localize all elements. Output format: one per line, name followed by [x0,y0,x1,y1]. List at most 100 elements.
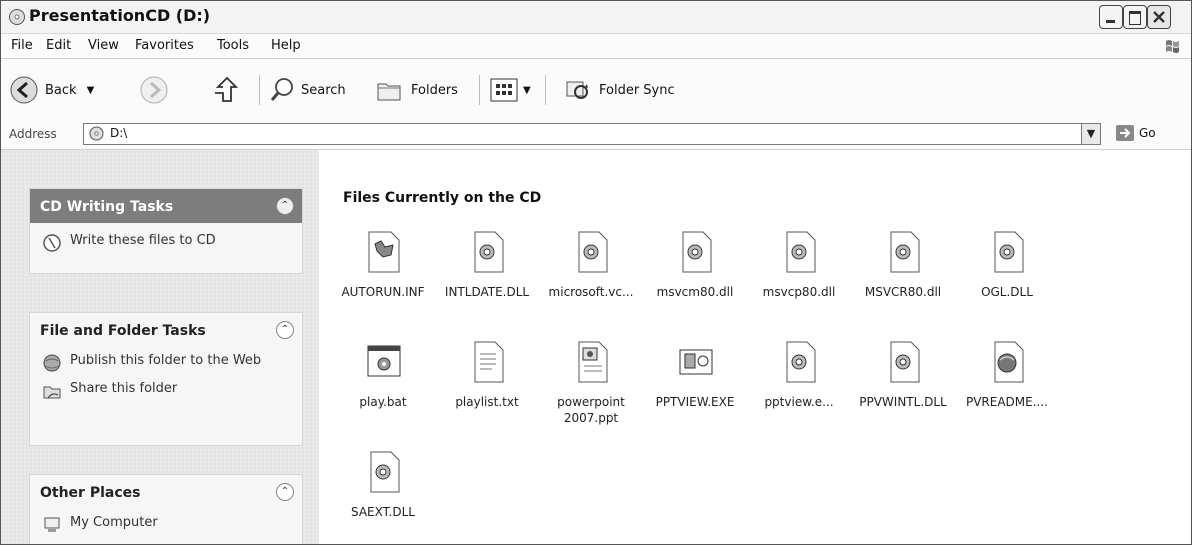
dll-file-icon [786,231,816,273]
views-button[interactable]: ▼ [489,73,531,107]
menu-help[interactable]: Help [271,38,301,53]
exe-file-icon [679,349,713,375]
file-name: AUTORUN.INF [341,285,425,299]
file-item[interactable]: MSVCR80.dll [851,230,955,326]
file-item[interactable]: PVREADME.... [955,340,1059,436]
write-files-to-cd-task[interactable]: Write these files to CD [30,223,302,257]
window-title: PresentationCD (D:) [29,6,211,25]
menu-view[interactable]: View [88,38,119,53]
task-label: Publish this folder to the Web [70,353,262,368]
batch-file-icon [367,345,401,377]
menu-tools[interactable]: Tools [217,38,249,53]
other-places-panel: Other Places ⌃ My Computer [29,474,303,544]
close-button[interactable] [1147,5,1171,29]
panel-header[interactable]: File and Folder Tasks ⌃ [30,313,302,347]
group-heading: Files Currently on the CD [343,190,542,206]
close-icon [1153,11,1165,23]
up-folder-button[interactable] [211,73,239,107]
folders-label: Folders [411,82,458,98]
html-file-icon [994,341,1024,383]
publish-folder-task[interactable]: Publish this folder to the Web [30,347,302,377]
file-item[interactable]: msvcm80.dll [643,230,747,326]
panel-title: CD Writing Tasks [40,199,174,215]
file-name: microsoft.vc... [548,285,634,299]
address-input[interactable]: D:\ ▼ [83,123,1101,145]
file-item[interactable]: PPTVIEW.EXE [643,340,747,436]
search-icon [270,78,293,101]
toolbar-separator [545,75,546,105]
file-and-folder-tasks-panel: File and Folder Tasks ⌃ Publish this fol… [29,312,303,446]
address-dropdown-button[interactable]: ▼ [1081,124,1100,144]
address-value: D:\ [110,126,128,140]
search-button[interactable]: Search [269,73,346,107]
file-name: INTLDATE.DLL [444,285,530,299]
panel-header[interactable]: CD Writing Tasks ⌃ [30,189,302,223]
maximize-button[interactable] [1123,5,1147,29]
my-computer-link[interactable]: My Computer [30,509,302,539]
dll-file-icon [370,451,400,493]
menu-edit[interactable]: Edit [46,38,71,53]
views-icon [490,78,518,102]
minimize-button[interactable] [1099,5,1123,29]
cd-writing-tasks-panel: CD Writing Tasks ⌃ Write these files to … [29,188,303,274]
collapse-icon[interactable]: ⌃ [276,483,294,501]
file-item[interactable]: SAEXT.DLL [331,450,435,544]
dll-file-icon [682,231,712,273]
forward-button[interactable] [139,73,169,107]
forward-arrow-icon [140,76,168,104]
file-name: OGL.DLL [981,285,1033,299]
up-folder-icon [215,76,239,102]
text-file-icon [474,341,504,383]
cd-drive-icon [9,9,25,25]
dll-file-icon [474,231,504,273]
file-item[interactable]: powerpoint 2007.ppt [539,340,643,436]
collapse-icon[interactable]: ⌃ [276,321,294,339]
back-label: Back [45,82,77,98]
views-dropdown-icon: ▼ [523,84,531,96]
panel-title: File and Folder Tasks [40,323,206,339]
task-label: Write these files to CD [70,233,216,248]
panel-title: Other Places [40,485,141,501]
task-pane: CD Writing Tasks ⌃ Write these files to … [1,150,319,544]
chevron-down-icon[interactable]: ▼ [87,85,95,96]
folder-sync-label: Folder Sync [599,82,675,98]
task-label: Share this folder [70,381,178,396]
panel-header[interactable]: Other Places ⌃ [30,475,302,509]
folder-sync-button[interactable]: Folder Sync [563,73,675,107]
file-item[interactable]: OGL.DLL [955,230,1059,326]
file-item[interactable]: play.bat [331,340,435,436]
title-bar: PresentationCD (D:) [1,1,1191,34]
file-item[interactable]: pptview.e... [747,340,851,436]
folders-icon [377,83,401,101]
file-item[interactable]: microsoft.vc... [539,230,643,326]
back-button[interactable]: Back ▼ [9,73,94,107]
dll-file-icon [890,231,920,273]
file-item[interactable]: AUTORUN.INF [331,230,435,326]
go-button[interactable]: Go [1115,124,1156,142]
folder-sync-icon [566,81,588,99]
file-name: PPVWINTL.DLL [859,395,947,409]
folders-button[interactable]: Folders [375,73,458,107]
file-name: playlist.txt [455,395,519,409]
cd-drive-icon [89,126,104,141]
file-view: Files Currently on the CD AUTORUN.INF IN… [319,150,1191,544]
share-folder-task[interactable]: Share this folder [30,377,302,405]
menu-file[interactable]: File [11,38,33,53]
file-item[interactable]: INTLDATE.DLL [435,230,539,326]
menu-favorites[interactable]: Favorites [135,38,194,53]
explorer-window: PresentationCD (D:) File Edit View Favor… [0,0,1192,545]
file-item[interactable]: msvcp80.dll [747,230,851,326]
file-name: SAEXT.DLL [351,505,415,519]
task-label: My Computer [70,515,158,530]
file-item[interactable]: playlist.txt [435,340,539,436]
file-name: PPTVIEW.EXE [655,395,735,409]
go-arrow-icon [1116,125,1134,141]
dll-file-icon [786,341,816,383]
collapse-icon[interactable]: ⌃ [276,197,294,215]
toolbar: Back ▼ Search Folders ▼ Folder Sync Addr… [1,59,1191,150]
file-item[interactable]: PPVWINTL.DLL [851,340,955,436]
file-name: pptview.e... [764,395,834,409]
file-name: powerpoint 2007.ppt [557,395,625,425]
cd-write-icon [43,234,61,252]
presentation-file-icon [578,341,608,383]
